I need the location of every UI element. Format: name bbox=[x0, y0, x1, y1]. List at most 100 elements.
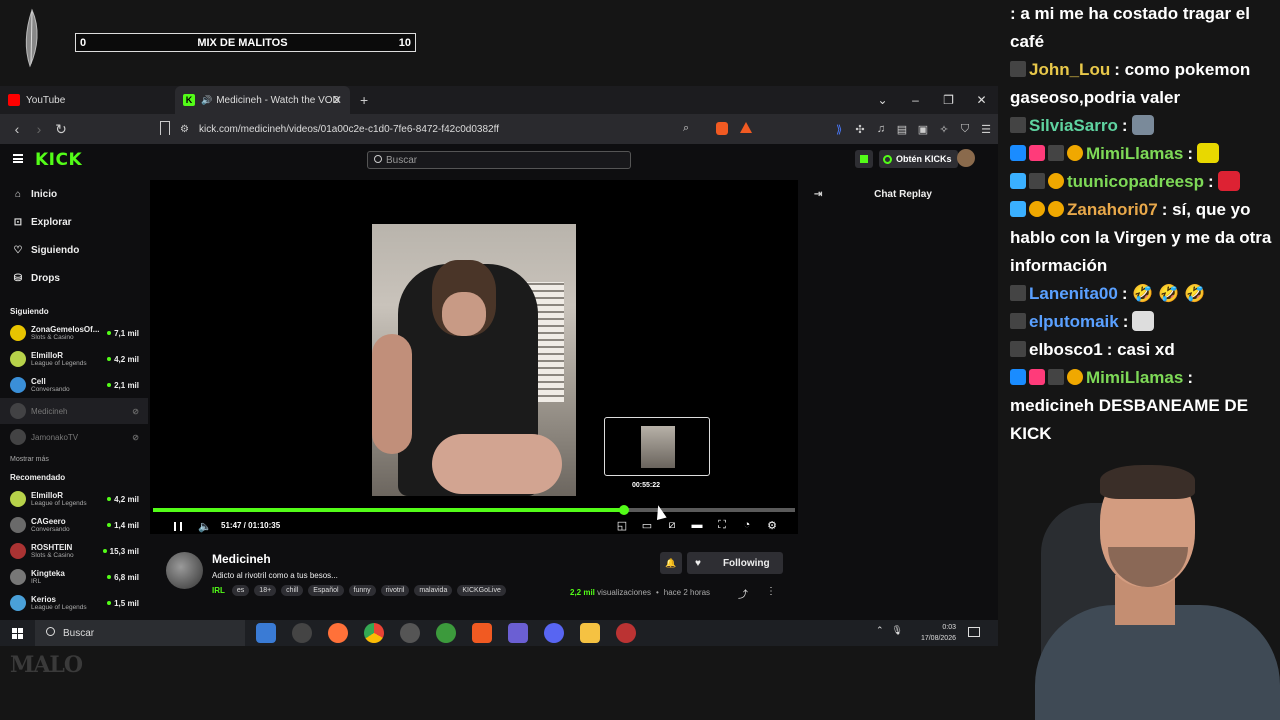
progress-handle[interactable] bbox=[618, 505, 629, 515]
miniplayer-icon[interactable]: ◱ bbox=[616, 519, 628, 532]
reload-icon[interactable]: ↻ bbox=[50, 121, 72, 138]
tag-chip[interactable]: es bbox=[231, 585, 250, 596]
forward-icon[interactable]: › bbox=[28, 121, 50, 137]
tag-chip[interactable]: malavida bbox=[414, 585, 453, 596]
music-icon[interactable]: ♫ bbox=[875, 123, 887, 135]
speed-icon[interactable]: ◔ bbox=[741, 519, 753, 531]
tag-chip[interactable]: Español bbox=[308, 585, 344, 596]
sidebar-toggle-icon[interactable]: ▤ bbox=[896, 123, 908, 136]
channel-name: CAGeero bbox=[31, 517, 66, 526]
tag-chip[interactable]: 18+ bbox=[254, 585, 277, 596]
puzzle-icon[interactable]: ✣ bbox=[854, 123, 866, 136]
tab-youtube[interactable]: YouTube bbox=[0, 86, 175, 114]
wallet2-icon[interactable]: ▣ bbox=[917, 123, 929, 136]
progress-bar[interactable] bbox=[153, 505, 795, 515]
discord-icon[interactable] bbox=[544, 623, 564, 643]
brave-shield-icon[interactable] bbox=[716, 122, 728, 135]
store-icon[interactable] bbox=[256, 623, 276, 643]
view-count: 2,2 mil bbox=[570, 588, 595, 597]
nav-item-siguiendo[interactable]: ♡ Siguiendo bbox=[0, 236, 148, 264]
channel-item[interactable]: ZonaGemelosOf... Slots & Casino 7,1 mil bbox=[0, 320, 148, 346]
tag-list: IRL es 18+ chill Español funny rivotril malavi… bbox=[212, 585, 506, 596]
chat-message: elbosco1: casi xd bbox=[1010, 336, 1280, 364]
file-explorer-icon[interactable] bbox=[580, 623, 600, 643]
video-player[interactable]: 00:55:22 🔈 51:47 / 01:10:35 ◱ ▭ ⧄ ▬ ⛶ ◔ … bbox=[150, 180, 798, 534]
nav-item-drops[interactable]: ⛁ Drops bbox=[0, 264, 148, 292]
streamer-name[interactable]: Medicineh bbox=[212, 552, 271, 566]
settings-icon[interactable]: ⚙ bbox=[766, 519, 778, 532]
new-tab-button[interactable]: + bbox=[360, 92, 368, 108]
following-button[interactable]: ♥ Following bbox=[687, 552, 783, 574]
avatar bbox=[10, 351, 26, 367]
notification-bell-button[interactable]: 🔔 bbox=[660, 552, 682, 574]
channel-item[interactable]: Medicineh ⊘ bbox=[0, 398, 148, 424]
share-icon[interactable]: ⤴ bbox=[738, 586, 748, 601]
pause-button[interactable] bbox=[174, 522, 182, 531]
vpn-icon[interactable]: ⛉ bbox=[959, 123, 971, 135]
channel-item[interactable]: ElmilloR League of Legends 4,2 mil bbox=[0, 346, 148, 372]
bookmark-icon[interactable] bbox=[160, 121, 170, 135]
wallet-icon[interactable]: ⟫ bbox=[833, 123, 845, 136]
category-link[interactable]: IRL bbox=[212, 586, 225, 595]
channel-item[interactable]: JamonakoTV ⊘ bbox=[0, 424, 148, 450]
microphone-icon[interactable]: 🎙 bbox=[892, 625, 903, 636]
media-player-icon[interactable] bbox=[400, 623, 420, 643]
xbox-icon[interactable] bbox=[436, 623, 456, 643]
hamburger-menu-icon[interactable] bbox=[13, 154, 23, 163]
zoom-icon[interactable]: ⌕ bbox=[683, 122, 689, 135]
minimize-button[interactable]: – bbox=[899, 93, 932, 107]
tag-chip[interactable]: rivotril bbox=[380, 585, 410, 596]
app2-icon[interactable] bbox=[616, 623, 636, 643]
nav-item-explorar[interactable]: ⊡ Explorar bbox=[0, 208, 148, 236]
volume-icon[interactable]: 🔈 bbox=[198, 520, 212, 533]
tag-chip[interactable]: funny bbox=[348, 585, 376, 596]
clip-icon[interactable]: ▭ bbox=[641, 519, 653, 532]
back-icon[interactable]: ‹ bbox=[6, 121, 28, 137]
menu-icon[interactable]: ☰ bbox=[980, 123, 992, 136]
streamer-dashboard-icon[interactable] bbox=[855, 150, 873, 168]
viewer-count: 1,4 mil bbox=[107, 521, 139, 530]
channel-item[interactable]: CAGeero Conversando 1,4 mil bbox=[0, 512, 148, 538]
user-avatar[interactable] bbox=[957, 149, 975, 167]
channel-item[interactable]: Cell Conversando 2,1 mil bbox=[0, 372, 148, 398]
leo-icon[interactable]: ✧ bbox=[938, 123, 950, 136]
collapse-chat-icon[interactable]: ⇥ bbox=[814, 189, 822, 200]
show-more-link[interactable]: Mostrar más bbox=[0, 450, 148, 468]
app-icon[interactable] bbox=[508, 623, 528, 643]
taskbar-clock[interactable]: 0:03 17/08/2026 bbox=[908, 622, 956, 644]
tray-expand-icon[interactable]: ⌃ bbox=[876, 625, 884, 636]
get-kicks-button[interactable]: Obtén KICKs bbox=[879, 150, 958, 168]
search-input[interactable]: Buscar bbox=[367, 151, 631, 169]
streamer-avatar[interactable] bbox=[166, 552, 203, 589]
chrome-icon[interactable] bbox=[364, 623, 384, 643]
url-field[interactable]: ⚙ kick.com/medicineh/videos/01a00c2e-c1d… bbox=[180, 118, 760, 140]
channel-item[interactable]: ROSHTEIN Slots & Casino 15,3 mil bbox=[0, 538, 148, 564]
tag-chip[interactable]: chill bbox=[281, 585, 304, 596]
obs-icon[interactable] bbox=[292, 623, 312, 643]
kick-logo[interactable]: KICK bbox=[35, 150, 82, 170]
tag-chip[interactable]: KICKGoLive bbox=[457, 585, 506, 596]
close-tab-icon[interactable]: ✕ bbox=[332, 93, 342, 107]
address-bar: ‹ › ↻ ⚙ kick.com/medicineh/videos/01a00c… bbox=[0, 114, 998, 144]
brave-icon[interactable] bbox=[472, 623, 492, 643]
firefox-icon[interactable] bbox=[328, 623, 348, 643]
site-info-icon[interactable]: ⚙ bbox=[180, 124, 189, 135]
more-options-icon[interactable]: ⋮ bbox=[766, 586, 776, 601]
channel-item[interactable]: Kerios League of Legends 1,5 mil bbox=[0, 590, 148, 616]
windows-start-icon[interactable] bbox=[12, 628, 23, 639]
fullscreen-icon[interactable]: ⛶ bbox=[716, 519, 728, 531]
tab-search-button[interactable]: ⌄ bbox=[866, 93, 899, 107]
maximize-button[interactable]: ❐ bbox=[932, 93, 965, 107]
theater-mode-icon[interactable]: ▬ bbox=[691, 519, 703, 531]
nav-item-inicio[interactable]: ⌂ Inicio bbox=[0, 180, 148, 208]
taskbar-search[interactable]: Buscar bbox=[35, 620, 245, 646]
close-window-button[interactable]: ✕ bbox=[965, 93, 998, 107]
tab-kick-vod[interactable]: K 🔊 Medicineh - Watch the VOD ✕ bbox=[175, 86, 350, 114]
live-dot-icon bbox=[107, 523, 112, 527]
channel-item[interactable]: Kingteka IRL 6,8 mil bbox=[0, 564, 148, 590]
rewards-icon[interactable] bbox=[740, 122, 752, 133]
notification-icon[interactable] bbox=[968, 627, 980, 637]
recommended-list: ElmilloR League of Legends 4,2 mil CAGeero C… bbox=[0, 486, 148, 616]
channel-item[interactable]: ElmilloR League of Legends 4,2 mil bbox=[0, 486, 148, 512]
chat-overlay-icon[interactable]: ⧄ bbox=[666, 519, 678, 531]
